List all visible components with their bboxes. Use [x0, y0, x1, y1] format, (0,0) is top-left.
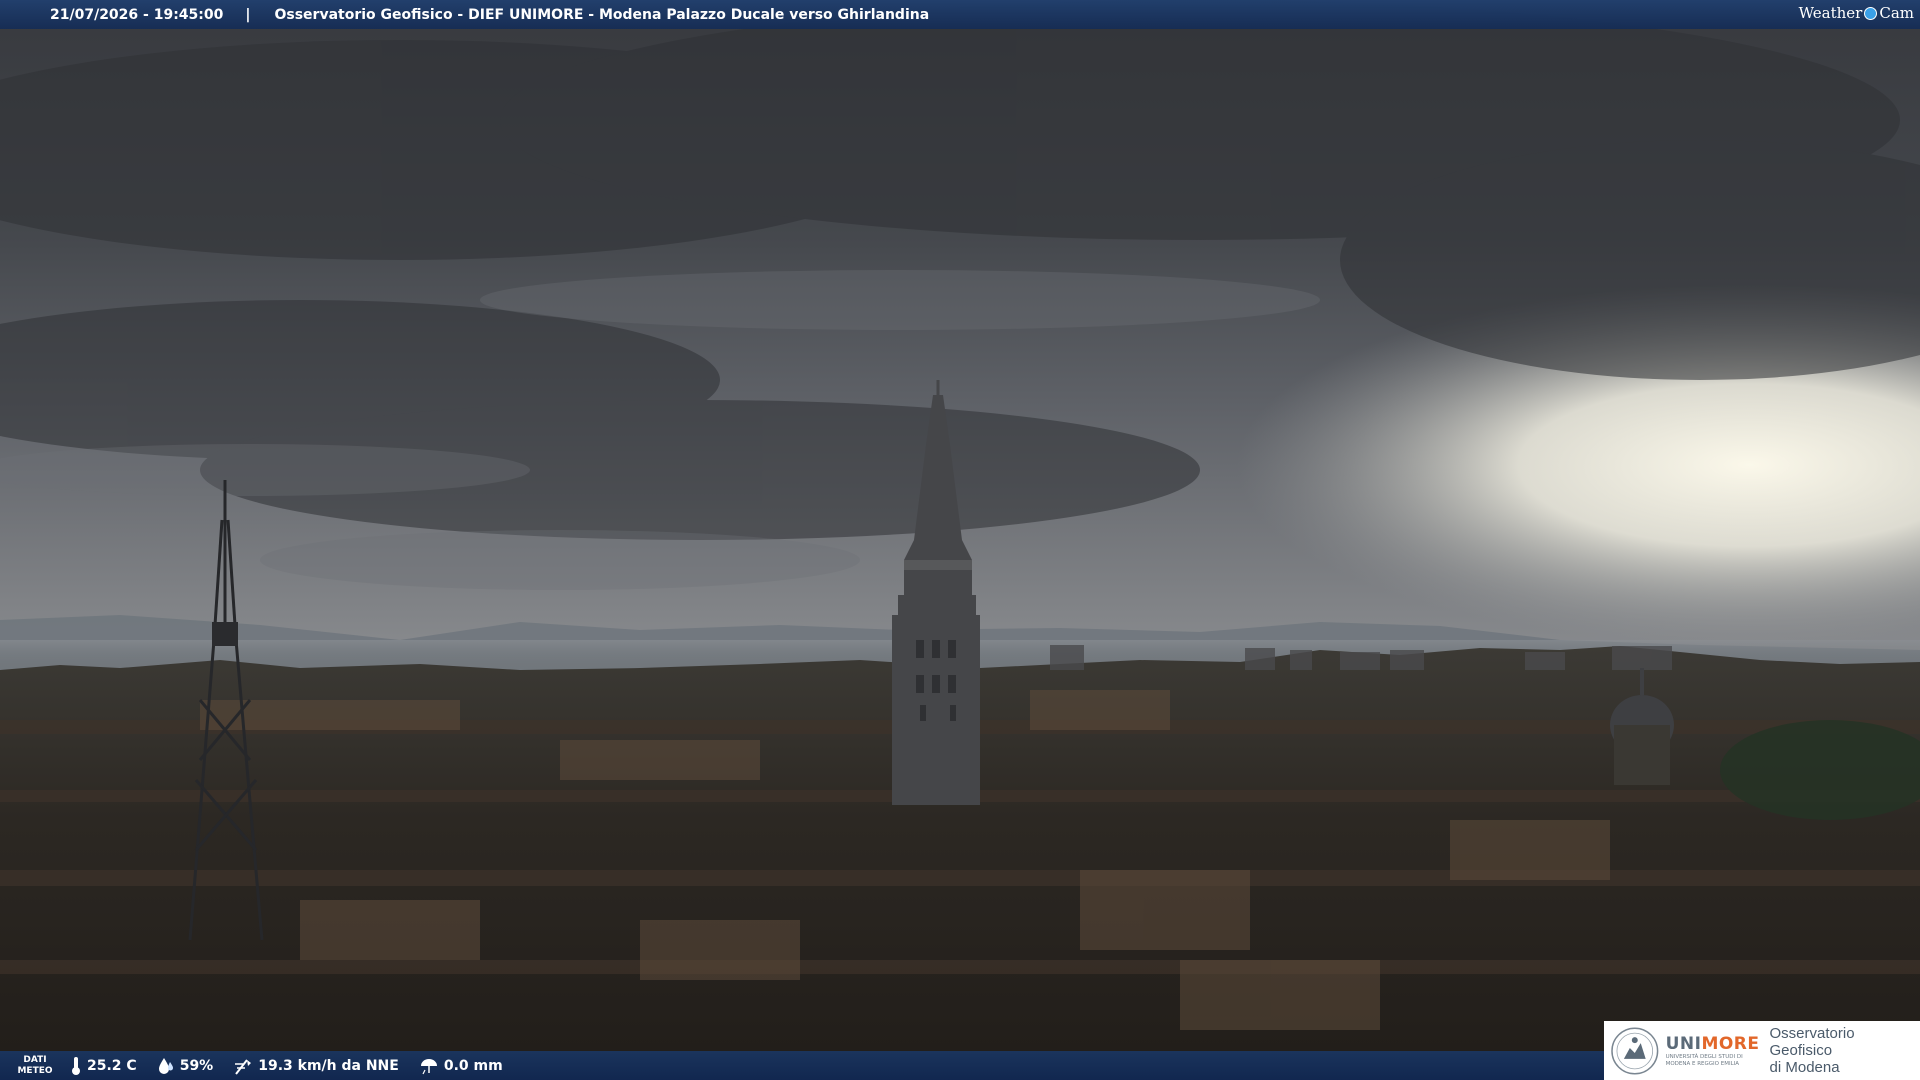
unimore-logo-panel: UNIMORE UNIVERSITÀ DEGLI STUDI DI MODENA…	[1604, 1021, 1920, 1080]
brand-dot-icon	[1864, 6, 1878, 20]
title-separator: |	[245, 6, 251, 23]
thermometer-icon	[72, 1056, 80, 1075]
weathercam-logo: Weather Cam	[1799, 4, 1914, 22]
unimore-wordmark: UNIMORE UNIVERSITÀ DEGLI STUDI DI MODENA…	[1666, 1034, 1760, 1068]
university-seal-icon	[1611, 1026, 1659, 1075]
wind-value: 19.3 km/h da NNE	[258, 1057, 399, 1074]
brand-left-text: Weather	[1798, 4, 1863, 22]
wind-icon	[235, 1058, 252, 1075]
meteo-label-line2: METEO	[17, 1065, 53, 1076]
temperature-metric: 25.2 C	[70, 1056, 137, 1076]
webcam-title: Osservatorio Geofisico - DIEF UNIMORE - …	[274, 6, 930, 23]
rain-metric: 0.0 mm	[419, 1057, 503, 1075]
meteo-label-line1: DATI	[23, 1054, 47, 1065]
webcam-image	[0, 0, 1920, 1080]
wind-metric: 19.3 km/h da NNE	[233, 1056, 399, 1076]
observatory-name: Osservatorio Geofisico di Modena	[1770, 1025, 1920, 1076]
unimore-more: MORE	[1701, 1033, 1760, 1054]
humidity-value: 59%	[179, 1057, 214, 1074]
title-bar: 21/07/2026 - 19:45:00 | Osservatorio Geo…	[0, 0, 1920, 29]
observatory-line2: di Modena	[1769, 1059, 1840, 1076]
temperature-value: 25.2 C	[87, 1057, 137, 1074]
humidity-drop-icon	[158, 1057, 173, 1074]
unimore-name: UNIMORE	[1666, 1034, 1760, 1054]
rain-value: 0.0 mm	[443, 1057, 503, 1074]
weather-strip: DATI METEO 25.2 C 59% 19.3 km/h da NNE 0…	[0, 1051, 1604, 1080]
rain-icon	[420, 1058, 437, 1074]
timestamp: 21/07/2026 - 19:45:00	[50, 6, 224, 23]
university-subtitle: UNIVERSITÀ DEGLI STUDI DI MODENA E REGGI…	[1665, 1053, 1743, 1067]
humidity-metric: 59%	[157, 1057, 214, 1075]
brand-right-text: Cam	[1879, 4, 1914, 22]
unimore-uni: UNI	[1665, 1033, 1702, 1054]
observatory-line1: Osservatorio Geofisico	[1769, 1025, 1855, 1059]
meteo-label: DATI METEO	[0, 1055, 70, 1077]
